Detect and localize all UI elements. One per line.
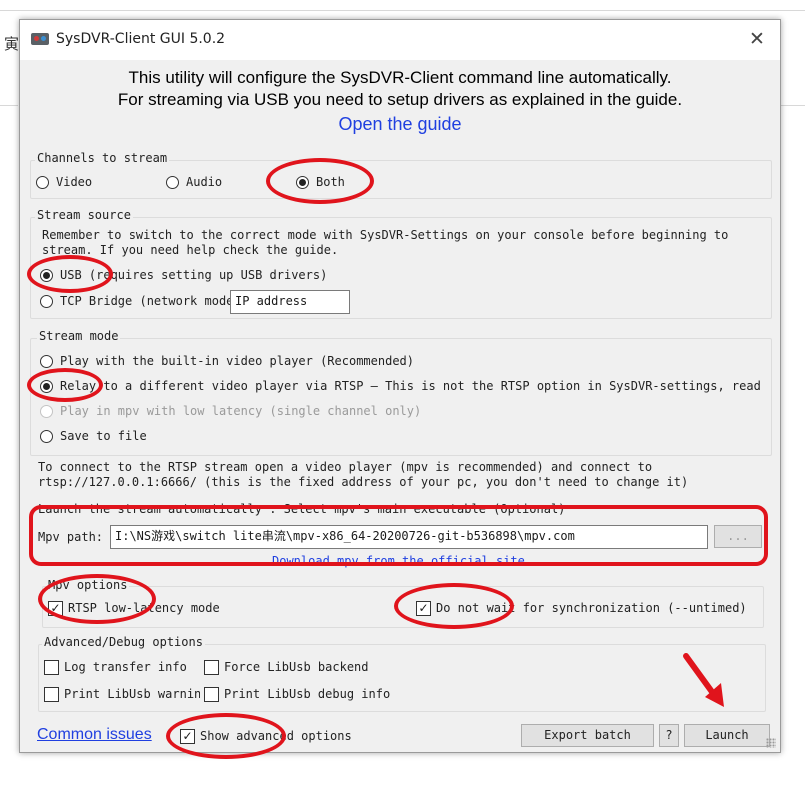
source-tcp-label[interactable]: TCP Bridge (network mode) [60,294,241,308]
mode-mpv-low-latency-label: Play in mpv with low latency (single cha… [60,404,422,418]
common-issues-link[interactable]: Common issues [37,726,152,744]
mode-save-file-radio[interactable] [40,430,53,443]
force-libusb-checkbox[interactable] [204,660,219,675]
advanced-group [38,644,766,712]
print-libusb-debug-label[interactable]: Print LibUsb debug info [224,687,390,701]
annotation-circle-no-wait [394,583,514,629]
background-divider [779,105,805,106]
launch-button[interactable]: Launch [684,724,770,747]
channel-video-radio[interactable] [36,176,49,189]
source-note-line-1: Remember to switch to the correct mode w… [42,228,729,242]
sysdvr-client-window: SysDVR-Client GUI 5.0.2 ✕ This utility w… [19,19,781,753]
annotation-arrow-icon [683,653,724,707]
channels-group [30,160,772,199]
print-libusb-warnings-label[interactable]: Print LibUsb warnings [64,687,200,701]
channel-audio-label[interactable]: Audio [186,175,222,189]
advanced-group-title: Advanced/Debug options [42,635,205,649]
intro-line-1: This utility will configure the SysDVR-C… [128,68,672,87]
log-transfer-label[interactable]: Log transfer info [64,660,187,674]
channel-video-label[interactable]: Video [56,175,92,189]
force-libusb-label[interactable]: Force LibUsb backend [224,660,369,674]
annotation-circle-show-advanced [166,713,286,759]
print-libusb-warnings-checkbox[interactable] [44,687,59,702]
title-bar[interactable]: SysDVR-Client GUI 5.0.2 ✕ [20,20,780,60]
channels-group-title: Channels to stream [35,151,170,165]
mode-builtin-radio[interactable] [40,355,53,368]
channel-audio-radio[interactable] [166,176,179,189]
annotation-box-mpv-path [29,505,768,566]
mode-save-file-label[interactable]: Save to file [60,429,147,443]
print-libusb-debug-checkbox[interactable] [204,687,219,702]
rtsp-info-line-1: To connect to the RTSP stream open a vid… [38,460,653,474]
annotation-circle-usb [27,255,113,293]
sysdvr-app-icon [31,33,49,45]
log-transfer-checkbox[interactable] [44,660,59,675]
help-button[interactable]: ? [659,724,679,747]
annotation-circle-both [266,158,374,204]
ip-address-input[interactable]: IP address [230,290,350,314]
rtsp-info-line-2: rtsp://127.0.0.1:6666/ (this is the fixe… [38,475,689,489]
intro-line-2: For streaming via USB you need to setup … [117,90,683,109]
mode-mpv-low-latency-radio [40,405,53,418]
background-divider [0,105,18,106]
source-tcp-radio[interactable] [40,295,53,308]
mode-group-title: Stream mode [37,329,121,343]
background-text: 寅 [4,35,20,53]
open-guide-link[interactable]: Open the guide [20,114,780,135]
source-note-line-2: stream. If you need help check the guide… [42,243,339,257]
annotation-circle-rtsp-low-latency [38,574,156,624]
background-divider [0,10,805,11]
export-batch-button[interactable]: Export batch [521,724,654,747]
annotation-circle-relay [27,368,103,402]
window-title: SysDVR-Client GUI 5.0.2 [56,31,226,47]
source-group-title: Stream source [35,208,133,222]
mode-rtsp-label[interactable]: Relay to a different video player via RT… [60,379,761,393]
resize-grip[interactable] [766,738,776,748]
mode-builtin-label[interactable]: Play with the built-in video player (Rec… [60,354,414,368]
close-icon[interactable]: ✕ [744,26,770,52]
